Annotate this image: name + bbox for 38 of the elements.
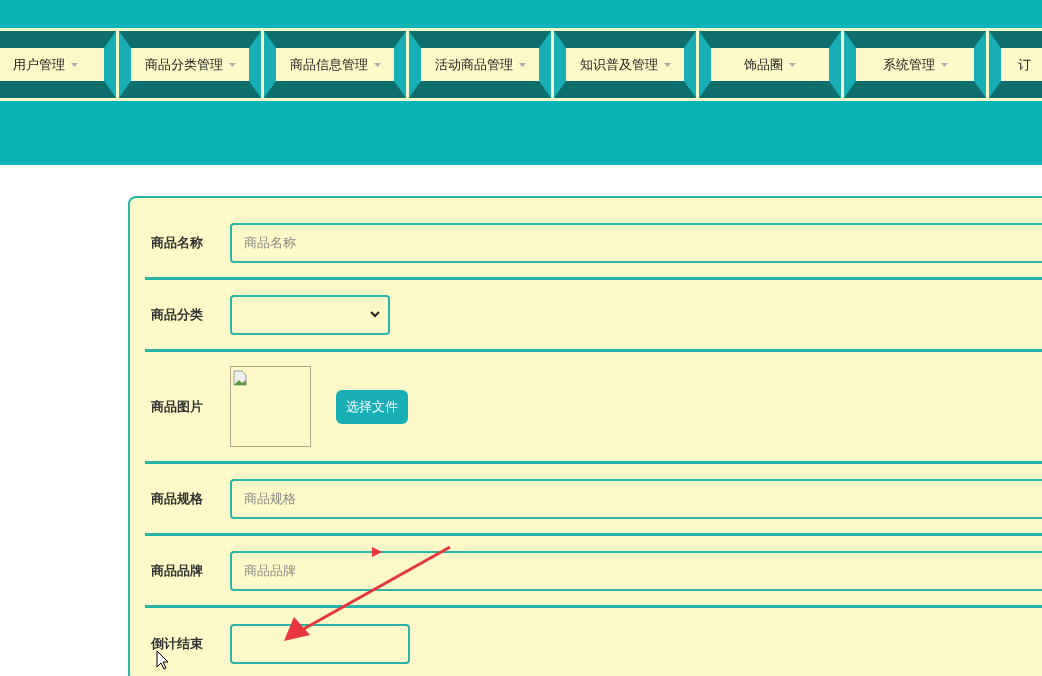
nav-label: 商品分类管理 — [144, 55, 223, 74]
nav-menu-item[interactable]: 饰品圈 — [699, 31, 841, 98]
nav-label: 订 — [1018, 55, 1031, 74]
text-field[interactable]: 商品品牌 — [230, 550, 1042, 591]
caret-icon — [373, 62, 381, 67]
field-label: 商品规格 — [150, 489, 204, 508]
caret-icon — [789, 62, 796, 67]
chevron-down-icon — [370, 311, 380, 318]
nav-label: 用户管理 — [12, 55, 65, 74]
nav-menu-item[interactable]: 用户管理 — [0, 31, 116, 98]
nav-menu-item[interactable]: 商品信息管理 — [264, 31, 406, 98]
nav-menu-item[interactable]: 订 — [989, 31, 1042, 98]
nav-label: 活动商品管理 — [434, 55, 513, 74]
nav-label: 饰品圈 — [744, 55, 783, 74]
caret-icon — [228, 62, 236, 67]
field-label: 商品品牌 — [150, 561, 204, 580]
category-select[interactable] — [230, 294, 390, 335]
nav-menu-item[interactable]: 系统管理 — [844, 31, 986, 98]
marker-icon — [372, 547, 382, 557]
field-label: 商品分类 — [150, 305, 204, 324]
nav-label: 系统管理 — [882, 55, 935, 74]
nav-menu-item[interactable]: 知识普及管理 — [554, 31, 696, 98]
nav-menu-item[interactable]: 活动商品管理 — [409, 31, 551, 98]
field-label: 商品图片 — [150, 397, 204, 416]
mouse-cursor-icon — [156, 650, 170, 670]
field-label: 倒计结束 — [149, 635, 204, 654]
nav-label: 知识普及管理 — [579, 55, 658, 74]
text-field[interactable]: 商品名称 — [230, 222, 1042, 263]
text-field[interactable]: 商品规格 — [230, 478, 1042, 519]
broken-image-icon — [233, 370, 247, 386]
nav-menu-item[interactable]: 商品分类管理 — [119, 31, 261, 98]
countdown-field[interactable] — [230, 624, 410, 664]
caret-icon — [70, 62, 78, 67]
field-label: 商品名称 — [150, 233, 204, 252]
caret-icon — [663, 62, 671, 67]
nav-label: 商品信息管理 — [289, 55, 368, 74]
caret-icon — [940, 62, 948, 67]
caret-icon — [518, 62, 526, 67]
